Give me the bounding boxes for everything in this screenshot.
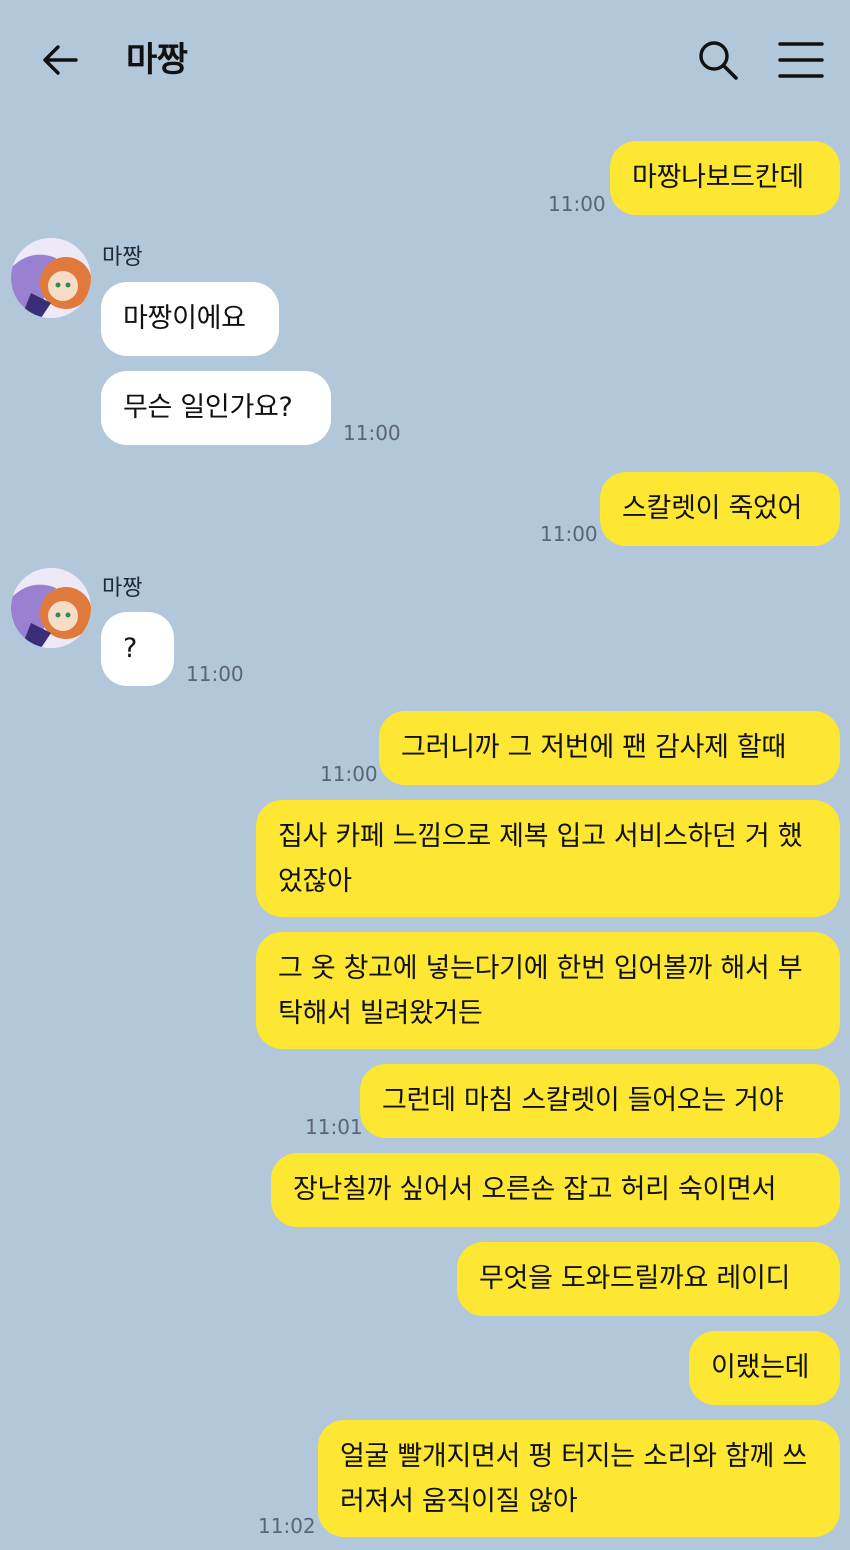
sender-name: 마짱 xyxy=(102,576,143,601)
message-bubble-sent[interactable]: 얼굴 빨개지면서 펑 터지는 소리와 함께 쓰러져서 움직이질 않아 xyxy=(318,1420,840,1537)
message-time: 11:00 xyxy=(540,522,598,546)
back-arrow-icon xyxy=(43,45,78,75)
chat-header: 마짱 xyxy=(0,0,850,120)
message-bubble-sent[interactable]: 그러니까 그 저번에 팬 감사제 할때 xyxy=(379,711,840,785)
search-button[interactable] xyxy=(694,36,742,84)
message-bubble-received[interactable]: 무슨 일인가요? xyxy=(101,371,331,445)
search-icon xyxy=(699,41,738,80)
chat-title: 마짱 xyxy=(126,40,188,80)
back-button[interactable] xyxy=(38,38,82,82)
sender-name: 마짱 xyxy=(102,245,143,270)
message-bubble-received[interactable]: ? xyxy=(101,612,174,686)
message-bubble-sent[interactable]: 장난칠까 싶어서 오른손 잡고 허리 숙이면서 xyxy=(271,1153,840,1227)
message-time: 11:01 xyxy=(305,1115,363,1139)
message-bubble-sent[interactable]: 그 옷 창고에 넣는다기에 한번 입어볼까 해서 부탁해서 빌려왔거든 xyxy=(256,932,840,1049)
message-bubble-received[interactable]: 마짱이에요 xyxy=(101,282,279,356)
message-bubble-sent[interactable]: 마짱나보드칸데 xyxy=(610,141,840,215)
message-time: 11:00 xyxy=(186,662,244,686)
profile-picture xyxy=(11,568,91,648)
message-bubble-sent[interactable]: 이랬는데 xyxy=(689,1331,840,1405)
message-bubble-sent[interactable]: 무엇을 도와드릴까요 레이디 xyxy=(457,1242,840,1316)
avatar[interactable] xyxy=(11,238,91,318)
message-bubble-sent[interactable]: 스칼렛이 죽었어 xyxy=(600,472,840,546)
message-time: 11:00 xyxy=(320,762,378,786)
message-time: 11:00 xyxy=(343,421,401,445)
menu-button[interactable] xyxy=(776,36,826,84)
message-bubble-sent[interactable]: 집사 카페 느낌으로 제복 입고 서비스하던 거 했었잖아 xyxy=(256,800,840,917)
message-bubble-sent[interactable]: 그런데 마침 스칼렛이 들어오는 거야 xyxy=(360,1064,840,1138)
avatar[interactable] xyxy=(11,568,91,648)
profile-picture xyxy=(11,238,91,318)
message-time: 11:02 xyxy=(258,1514,316,1538)
message-time: 11:00 xyxy=(548,192,606,216)
hamburger-menu-icon xyxy=(778,42,824,78)
